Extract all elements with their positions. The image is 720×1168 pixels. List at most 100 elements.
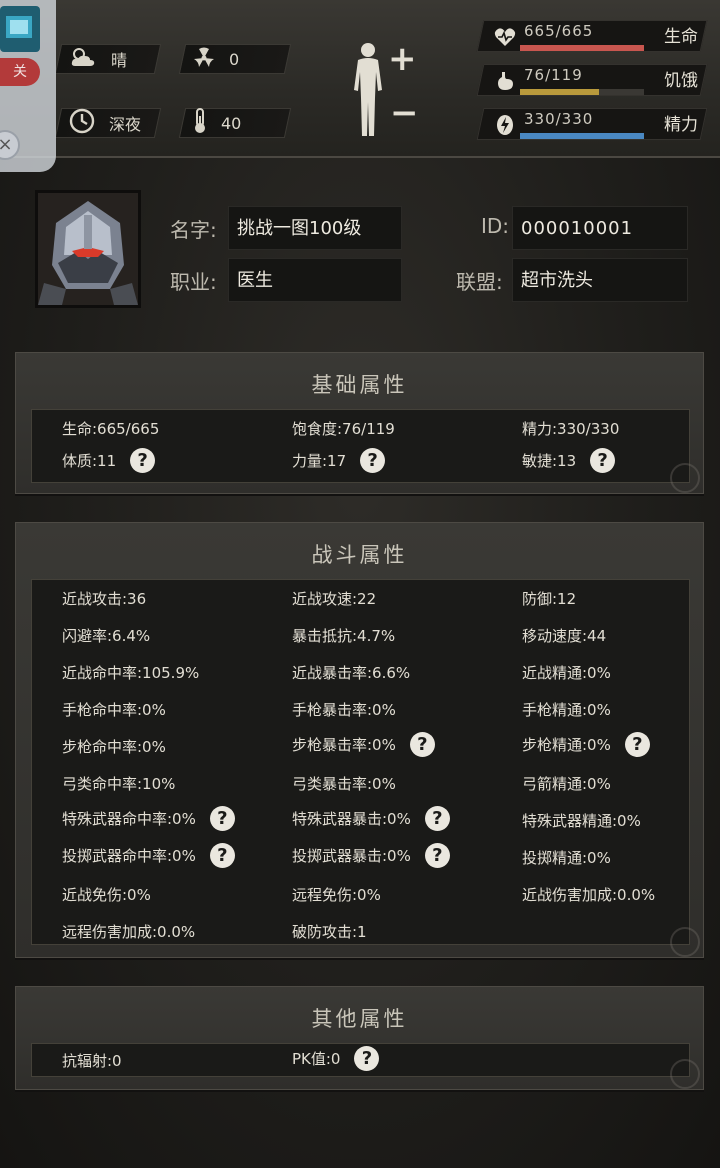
id-label: ID: [481, 214, 510, 238]
avatar[interactable] [35, 190, 141, 308]
minus-icon: − [390, 93, 419, 133]
combat-attr: 投掷武器命中率:0% [62, 847, 196, 865]
attr-energy: 精力:330/330 [522, 420, 620, 438]
combat-help-icon[interactable]: ? [409, 732, 435, 757]
combat-attr-row: 近战伤害加成:0.0% [522, 884, 655, 905]
health-bar [520, 45, 644, 51]
combat-attr-row: 手枪命中率:0% [62, 699, 166, 720]
job-field: 医生 [228, 258, 402, 302]
attr-agility-row: 敏捷:13 ? [522, 448, 616, 473]
combat-attr-row: 特殊武器暴击:0%? [292, 806, 450, 831]
combat-attr-row: 近战免伤:0% [62, 884, 151, 905]
hunger-vital: 76/119 饥饿 [476, 58, 708, 98]
status-top-bar: 晴 0 深夜 40 + − 665/665 生命 76/119 饥饿 330/3… [0, 0, 720, 158]
combat-attr-row: 近战暴击率:6.6% [292, 662, 410, 683]
combat-attr: 特殊武器命中率:0% [62, 810, 196, 828]
agility-help-icon[interactable]: ? [590, 448, 616, 473]
combat-attr: 近战攻速:22 [292, 590, 377, 608]
combat-attr-row: 近战攻速:22 [292, 588, 376, 609]
combat-attr-row: 弓类命中率:10% [62, 773, 175, 794]
energy-label: 精力 [664, 115, 698, 135]
alliance-field: 超市洗头 [512, 258, 688, 302]
health-vital: 665/665 生命 [476, 14, 708, 54]
floating-overlay-widget[interactable]: 关 × [0, 0, 56, 172]
strength-help-icon[interactable]: ? [360, 448, 386, 473]
energy-icon [494, 114, 516, 136]
combat-attr: 步枪命中率:0% [62, 738, 166, 756]
thermometer-icon [193, 108, 207, 138]
radiation-slab: 0 [178, 44, 292, 74]
attr-pk-value: PK值:0 [292, 1050, 341, 1068]
energy-bar [520, 133, 644, 139]
combat-attr-row: 步枪暴击率:0%? [292, 732, 435, 757]
combat-attr: 近战命中率:105.9% [62, 664, 200, 682]
combat-attr: 投掷武器暴击:0% [292, 847, 411, 865]
corner-decoration [670, 463, 700, 493]
body-status-button[interactable]: + − [348, 38, 419, 142]
id-field: 000010001 [512, 206, 688, 250]
combat-attr-row: 破防攻击:1 [292, 921, 367, 942]
combat-attr: 防御:12 [522, 590, 577, 608]
corner-decoration [670, 927, 700, 957]
combat-attr-row: 投掷武器命中率:0%? [62, 843, 235, 868]
combat-attr-row: 手枪精通:0% [522, 699, 611, 720]
combat-attr: 近战暴击率:6.6% [292, 664, 411, 682]
temperature-slab: 40 [178, 108, 292, 138]
other-attributes-panel: 其他属性 抗辐射:0 PK值:0 ? [15, 986, 704, 1090]
combat-attr: 投掷精通:0% [522, 849, 611, 867]
combat-help-icon[interactable]: ? [209, 843, 235, 868]
combat-attr-row: 近战精通:0% [522, 662, 611, 683]
combat-attr: 暴击抵抗:4.7% [292, 627, 396, 645]
attr-strength: 力量:17 [292, 452, 347, 470]
weather-value: 晴 [111, 51, 128, 70]
combat-attr: 破防攻击:1 [292, 923, 367, 941]
combat-attr: 手枪暴击率:0% [292, 701, 396, 719]
combat-attr: 手枪命中率:0% [62, 701, 166, 719]
other-attributes-list: 抗辐射:0 PK值:0 ? [31, 1043, 690, 1077]
combat-attr: 远程伤害加成:0.0% [62, 923, 196, 941]
attr-radiation-resist: 抗辐射:0 [62, 1052, 122, 1070]
time-slab: 深夜 [54, 108, 162, 138]
radiation-icon [193, 46, 215, 72]
pk-help-icon[interactable]: ? [354, 1046, 380, 1071]
corner-decoration [670, 1059, 700, 1089]
energy-vital: 330/330 精力 [476, 102, 708, 142]
weather-slab: 晴 [54, 44, 162, 74]
hunger-bar [520, 89, 644, 95]
combat-help-icon[interactable]: ? [424, 806, 450, 831]
combat-attr-row: 弓箭精通:0% [522, 773, 611, 794]
overlay-dismiss-icon[interactable]: × [0, 130, 20, 160]
cloud-sun-icon [69, 46, 97, 72]
constitution-help-icon[interactable]: ? [130, 448, 156, 473]
combat-attr-row: 特殊武器精通:0% [522, 810, 641, 831]
combat-attr-row: 闪避率:6.4% [62, 625, 150, 646]
combat-attr: 闪避率:6.4% [62, 627, 151, 645]
radiation-value: 0 [229, 49, 240, 69]
combat-attr: 特殊武器精通:0% [522, 812, 641, 830]
combat-attr: 近战攻击:36 [62, 590, 147, 608]
overlay-thumbnail[interactable] [0, 6, 40, 52]
hunger-value: 76/119 [524, 66, 583, 84]
combat-attr: 弓类命中率:10% [62, 775, 176, 793]
combat-attr-row: 手枪暴击率:0% [292, 699, 396, 720]
combat-help-icon[interactable]: ? [624, 732, 650, 757]
combat-attr-row: 暴击抵抗:4.7% [292, 625, 395, 646]
combat-help-icon[interactable]: ? [209, 806, 235, 831]
health-value: 665/665 [524, 22, 594, 40]
attr-health: 生命:665/665 [62, 420, 160, 438]
other-attributes-title: 其他属性 [311, 1007, 408, 1031]
basic-attributes-list: 生命:665/665 饱食度:76/119 精力:330/330 体质:11 ?… [31, 409, 690, 483]
combat-attr-row: 近战攻击:36 [62, 588, 146, 609]
temperature-value: 40 [221, 113, 242, 133]
overlay-close-button[interactable]: 关 [0, 58, 40, 86]
name-field: 挑战一图100级 [228, 206, 402, 250]
attr-constitution-row: 体质:11 ? [62, 448, 156, 473]
combat-attr-row: 投掷精通:0% [522, 847, 611, 868]
combat-attr-row: 弓类暴击率:0% [292, 773, 396, 794]
combat-attr-row: 近战命中率:105.9% [62, 662, 199, 683]
combat-attr-row: 远程免伤:0% [292, 884, 381, 905]
combat-attr: 弓类暴击率:0% [292, 775, 396, 793]
basic-attributes-panel: 基础属性 生命:665/665 饱食度:76/119 精力:330/330 体质… [15, 352, 704, 494]
combat-help-icon[interactable]: ? [424, 843, 450, 868]
attr-constitution: 体质:11 [62, 452, 117, 470]
